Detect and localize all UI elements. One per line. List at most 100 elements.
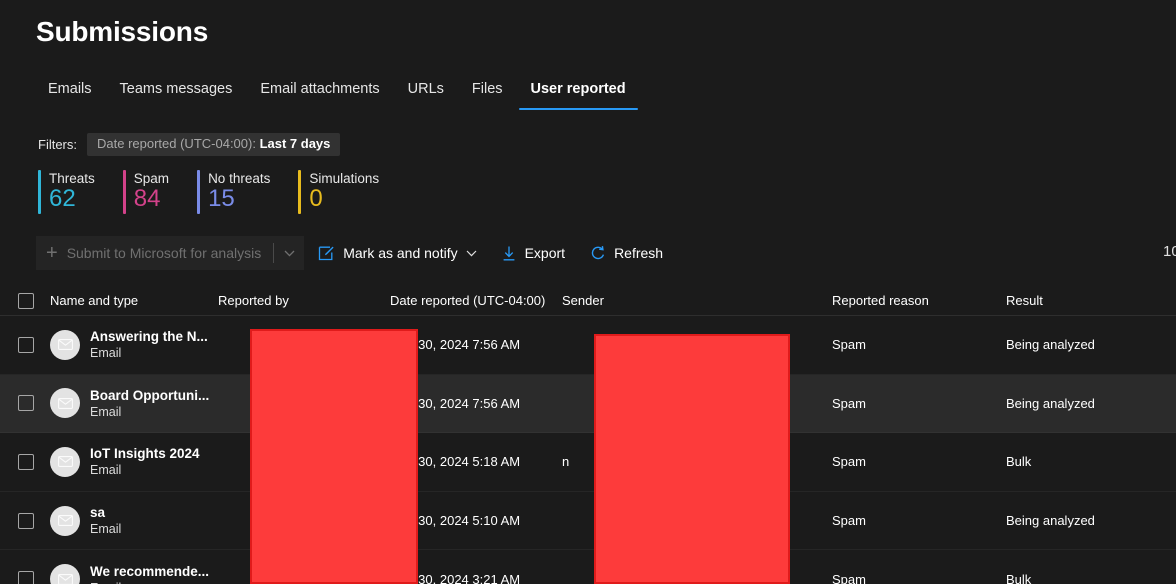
row-select-checkbox[interactable] (18, 395, 34, 412)
cell-result: Being analyzed (1006, 395, 1095, 411)
submissions-table: Name and type Reported by Date reported … (0, 286, 1176, 584)
redaction-box-reported-by (250, 329, 418, 584)
submit-to-microsoft-button[interactable]: + Submit to Microsoft for analysis (36, 236, 273, 270)
tab-label: Teams messages (119, 81, 233, 97)
cell-result: Bulk (1006, 454, 1032, 470)
stat-card-threats[interactable]: Threats 62 (38, 170, 95, 214)
item-count: 10 (1163, 243, 1176, 260)
cell-name-and-type: IoT Insights 2024 Email (50, 445, 218, 478)
mark-as-and-notify-label: Mark as and notify (343, 245, 458, 261)
submission-type: Email (90, 580, 209, 584)
column-header-reported-reason[interactable]: Reported reason (832, 293, 1006, 308)
row-select-checkbox[interactable] (18, 571, 34, 584)
cell-name-and-type: We recommende...Email (50, 563, 218, 584)
column-header-result[interactable]: Result (1006, 293, 1166, 308)
chevron-down-icon (284, 250, 295, 257)
column-header-date-reported[interactable]: Date reported (UTC-04:00) (390, 293, 562, 308)
submissions-page: Submissions Emails Teams messages Email at… (0, 0, 1176, 584)
export-button[interactable]: Export (491, 236, 575, 270)
envelope-icon (57, 456, 73, 468)
avatar (50, 329, 80, 360)
tab-emails[interactable]: Emails (36, 76, 106, 110)
submission-name[interactable]: Board Opportuni... (90, 387, 209, 404)
tab-teams-messages[interactable]: Teams messages (106, 76, 247, 110)
table-header-row: Name and type Reported by Date reported … (0, 286, 1176, 316)
table-row[interactable]: We recommende...EmailMay 30, 2024 3:21 A… (0, 550, 1176, 584)
tab-label: User reported (530, 81, 626, 97)
stat-accent-bar (197, 170, 201, 214)
stat-accent-bar (38, 170, 41, 214)
mark-as-edit-icon (318, 245, 335, 262)
tab-label: Emails (48, 81, 92, 97)
submission-name[interactable]: Answering the N... (90, 328, 208, 345)
envelope-icon (57, 573, 73, 584)
submission-type: Email (90, 346, 122, 361)
cell-reported-reason: Spam (832, 454, 866, 470)
plus-icon: + (46, 242, 58, 264)
submission-name[interactable]: We recommende... (90, 563, 209, 580)
filter-pill-value: Last 7 days (259, 135, 331, 151)
cell-reported-reason: Spam (832, 337, 866, 353)
cell-result: Bulk (1006, 571, 1032, 584)
submit-dropdown-toggle[interactable] (274, 236, 304, 270)
envelope-icon (57, 515, 73, 527)
mark-as-chevron-down-icon (466, 250, 477, 257)
stat-card-no-threats[interactable]: No threats 15 (197, 170, 270, 214)
submit-to-microsoft-split-button[interactable]: + Submit to Microsoft for analysis (36, 236, 305, 270)
cell-name-and-type: sa Email (50, 504, 218, 537)
row-select-checkbox[interactable] (18, 336, 34, 353)
filters-row: Filters: Date reported (UTC-04:00): Last… (38, 132, 341, 156)
avatar (50, 446, 80, 477)
filter-pill-date-reported[interactable]: Date reported (UTC-04:00): Last 7 days (87, 132, 341, 156)
submission-type: Email (90, 522, 122, 537)
table-row[interactable]: Answering the N... Email May 30, 2024 7:56… (0, 316, 1176, 375)
row-select-checkbox[interactable] (18, 453, 34, 470)
page-title: Submissions (36, 16, 209, 47)
envelope-icon (57, 397, 73, 409)
export-download-icon (501, 245, 517, 262)
cell-name-and-type: Board Opportuni... Email (50, 387, 218, 420)
table-row[interactable]: Board Opportuni... Email May 30, 2024 7:56… (0, 374, 1176, 434)
tab-label: URLs (407, 81, 444, 97)
stat-value: 62 (49, 185, 76, 212)
cell-reported-reason: Spam (832, 571, 866, 584)
column-header-sender[interactable]: Sender (562, 293, 832, 308)
mark-as-and-notify-button[interactable]: Mark as and notify (308, 236, 486, 270)
envelope-icon (57, 339, 73, 351)
refresh-label: Refresh (614, 245, 664, 261)
export-label: Export (524, 245, 566, 261)
row-select-checkbox[interactable] (18, 512, 34, 529)
cell-name-and-type: Answering the N... Email (50, 328, 218, 361)
column-header-reported-by[interactable]: Reported by (218, 293, 390, 308)
submit-to-microsoft-label: Submit to Microsoft for analysis (66, 245, 262, 261)
column-header-name-and-type[interactable]: Name and type (50, 293, 218, 308)
submission-name[interactable]: sa (90, 504, 121, 521)
tab-label: Files (471, 81, 503, 97)
select-all-checkbox[interactable] (18, 292, 34, 309)
table-row[interactable]: IoT Insights 2024 Email May 30, 2024 5:18 … (0, 433, 1176, 492)
command-bar: + Submit to Microsoft for analysis Mark … (36, 236, 673, 270)
tab-urls[interactable]: URLs (394, 76, 458, 110)
refresh-button[interactable]: Refresh (579, 236, 673, 270)
table-row[interactable]: sa Email May 30, 2024 5:10 AM Spam Being ana… (0, 491, 1176, 551)
stat-value: 15 (208, 185, 235, 212)
avatar (50, 505, 80, 536)
tab-label: Email attachments (260, 81, 380, 97)
stat-accent-bar (298, 170, 302, 214)
stat-card-simulations[interactable]: Simulations 0 (298, 170, 379, 214)
avatar (50, 388, 80, 419)
refresh-icon (589, 245, 606, 262)
submission-name[interactable]: IoT Insights 2024 (90, 445, 200, 462)
stat-card-spam[interactable]: Spam 84 (122, 170, 169, 214)
stat-value: 0 (309, 185, 323, 212)
filters-label: Filters: (38, 136, 77, 152)
cell-result: Being analyzed (1006, 337, 1095, 353)
cell-result: Being analyzed (1006, 513, 1095, 529)
submission-type: Email (90, 463, 122, 478)
tab-files[interactable]: Files (458, 76, 517, 110)
redaction-box-sender (594, 334, 790, 584)
filter-pill-key: Date reported (UTC-04:00): (97, 135, 256, 151)
stat-accent-bar (122, 170, 126, 214)
tab-email-attachments[interactable]: Email attachments (246, 76, 393, 110)
tab-user-reported[interactable]: User reported (517, 76, 640, 110)
